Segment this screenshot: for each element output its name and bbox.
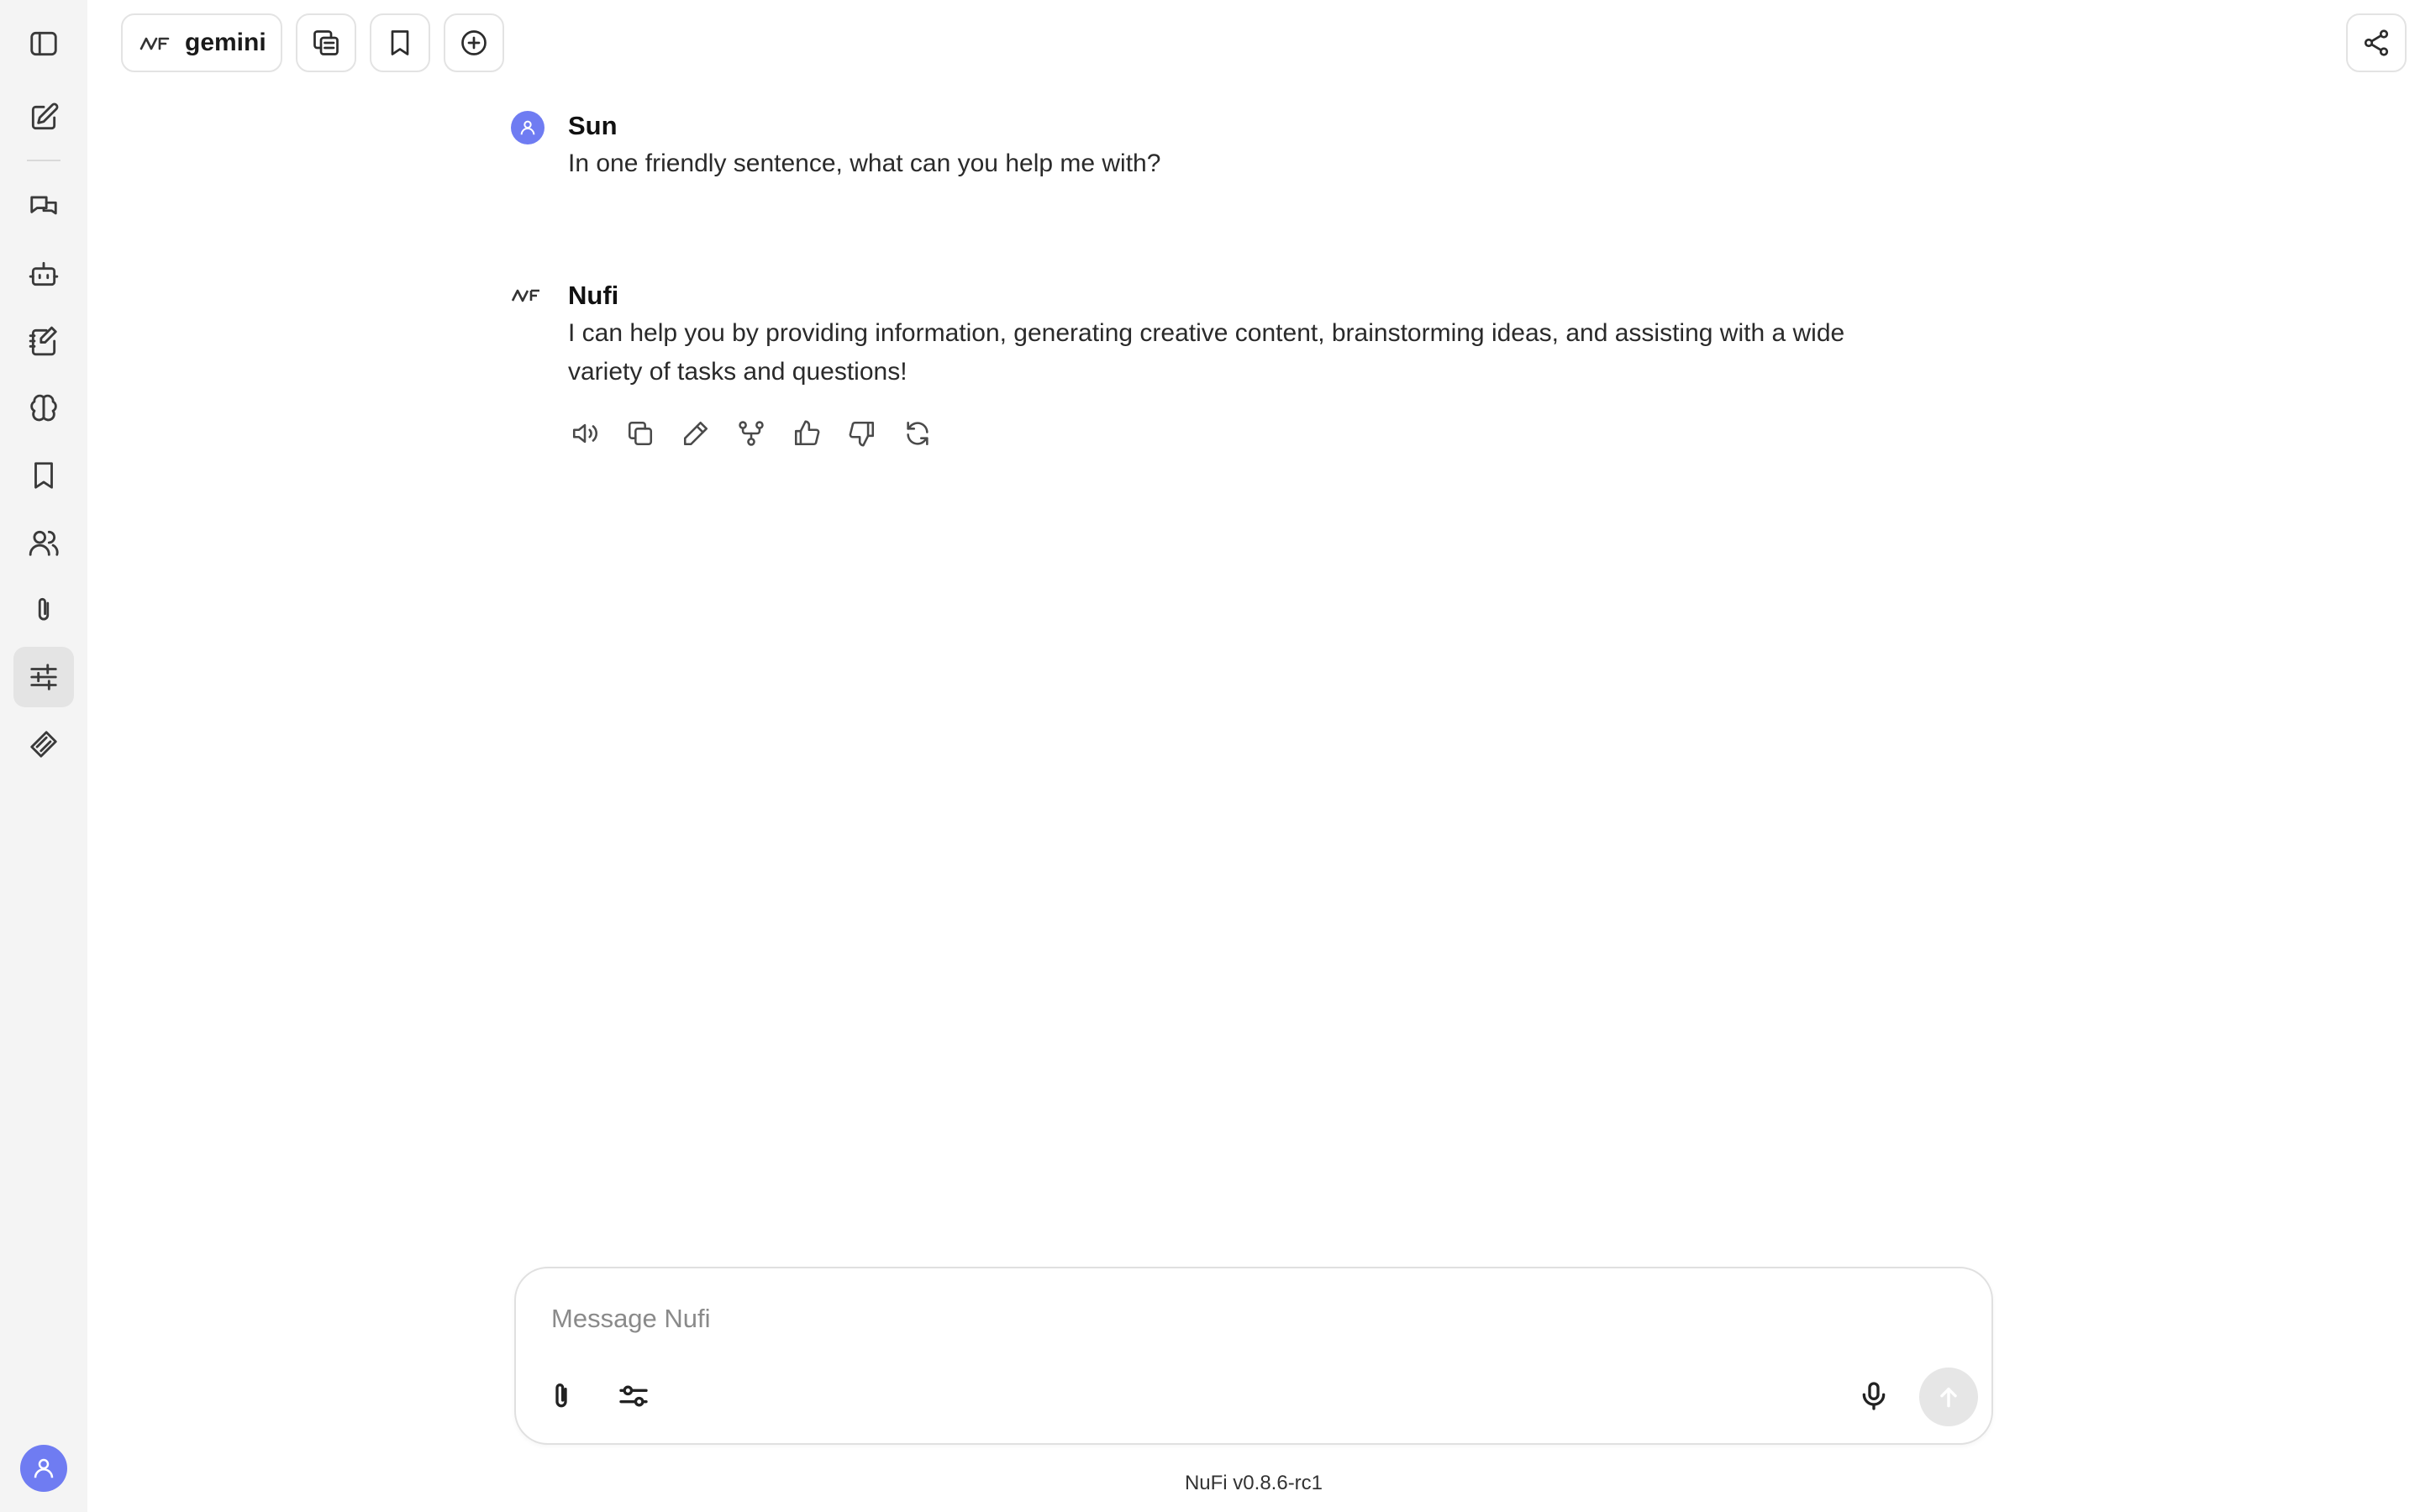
thumbs-up-button[interactable] — [790, 417, 823, 450]
sliders-icon — [30, 664, 57, 690]
fork-icon — [739, 421, 764, 446]
memories-icon — [30, 394, 57, 422]
side-rail — [0, 0, 87, 1512]
send-button[interactable] — [1919, 1368, 1978, 1426]
thumbs-down-icon — [849, 421, 875, 447]
bookmark-icon — [391, 30, 409, 55]
bookmarks-icon — [34, 462, 53, 489]
sidebar-item-tools[interactable] — [13, 714, 74, 774]
edit-icon — [683, 421, 708, 446]
copy-icon — [628, 421, 653, 446]
user-icon — [520, 120, 535, 135]
attachments-icon — [38, 597, 50, 621]
settings-toggle-button[interactable] — [608, 1371, 659, 1421]
model-label: gemini — [185, 29, 266, 56]
conversations-icon — [30, 196, 57, 215]
paperclip-icon — [555, 1383, 567, 1408]
edit-button[interactable] — [679, 417, 713, 450]
add-button[interactable] — [444, 13, 504, 72]
sidebar-item-users[interactable] — [13, 512, 74, 573]
microphone-icon — [1862, 1382, 1886, 1410]
rail-divider — [27, 160, 60, 161]
message-author: Sun — [568, 111, 618, 140]
tools-icon — [30, 731, 57, 758]
nufi-logo-icon — [511, 279, 544, 312]
sidebar-toggle-icon — [30, 31, 57, 56]
sidebar-item-agents[interactable] — [13, 244, 74, 304]
model-selector-button[interactable]: gemini — [121, 13, 282, 72]
agents-icon — [29, 261, 59, 286]
sidebar-item-prompts[interactable] — [13, 311, 74, 371]
version-label: NuFi v0.8.6-rc1 — [1184, 1472, 1323, 1494]
sidebar-item-conversations[interactable] — [13, 176, 74, 237]
sidebar-toggle-button[interactable] — [13, 13, 74, 74]
message-text: I can help you by providing information,… — [568, 319, 1845, 386]
regenerate-icon — [907, 421, 929, 446]
nufi-logo-icon — [139, 34, 173, 52]
read-aloud-icon — [572, 423, 597, 444]
avatar — [511, 111, 544, 144]
message-input[interactable] — [550, 1287, 1897, 1351]
thumbs-down-button[interactable] — [845, 417, 879, 450]
message-text: In one friendly sentence, what can you h… — [568, 150, 1161, 177]
copy-conversation-button[interactable] — [296, 13, 356, 72]
voice-input-button[interactable] — [1849, 1371, 1899, 1421]
fork-button[interactable] — [734, 417, 768, 450]
share-button[interactable] — [2346, 13, 2407, 72]
message-user: Sun In one friendly sentence, what can y… — [511, 109, 1939, 193]
sidebar-item-attachments[interactable] — [13, 580, 74, 640]
sidebar-item-bookmarks[interactable] — [13, 445, 74, 506]
message-author: Nufi — [568, 281, 619, 310]
bookmark-button[interactable] — [370, 13, 430, 72]
message-actions — [568, 417, 934, 450]
message-composer — [514, 1267, 1993, 1445]
message-assistant: Nufi I can help you by providing informa… — [511, 279, 1939, 405]
users-icon — [29, 530, 59, 556]
plus-circle-icon — [461, 30, 487, 55]
read-aloud-button[interactable] — [568, 417, 602, 450]
share-icon — [2364, 29, 2389, 56]
sliders-icon — [619, 1385, 648, 1407]
sidebar-item-memories[interactable] — [13, 378, 74, 438]
sidebar-item-parameters[interactable] — [13, 647, 74, 707]
new-chat-button[interactable] — [13, 87, 74, 148]
thumbs-up-icon — [794, 420, 820, 446]
regenerate-button[interactable] — [901, 417, 934, 450]
prompts-icon — [29, 326, 57, 356]
attach-button[interactable] — [536, 1371, 587, 1421]
copy-button[interactable] — [623, 417, 657, 450]
new-chat-icon — [31, 102, 59, 130]
duplicate-icon — [313, 30, 339, 55]
arrow-up-icon — [1940, 1387, 1957, 1408]
